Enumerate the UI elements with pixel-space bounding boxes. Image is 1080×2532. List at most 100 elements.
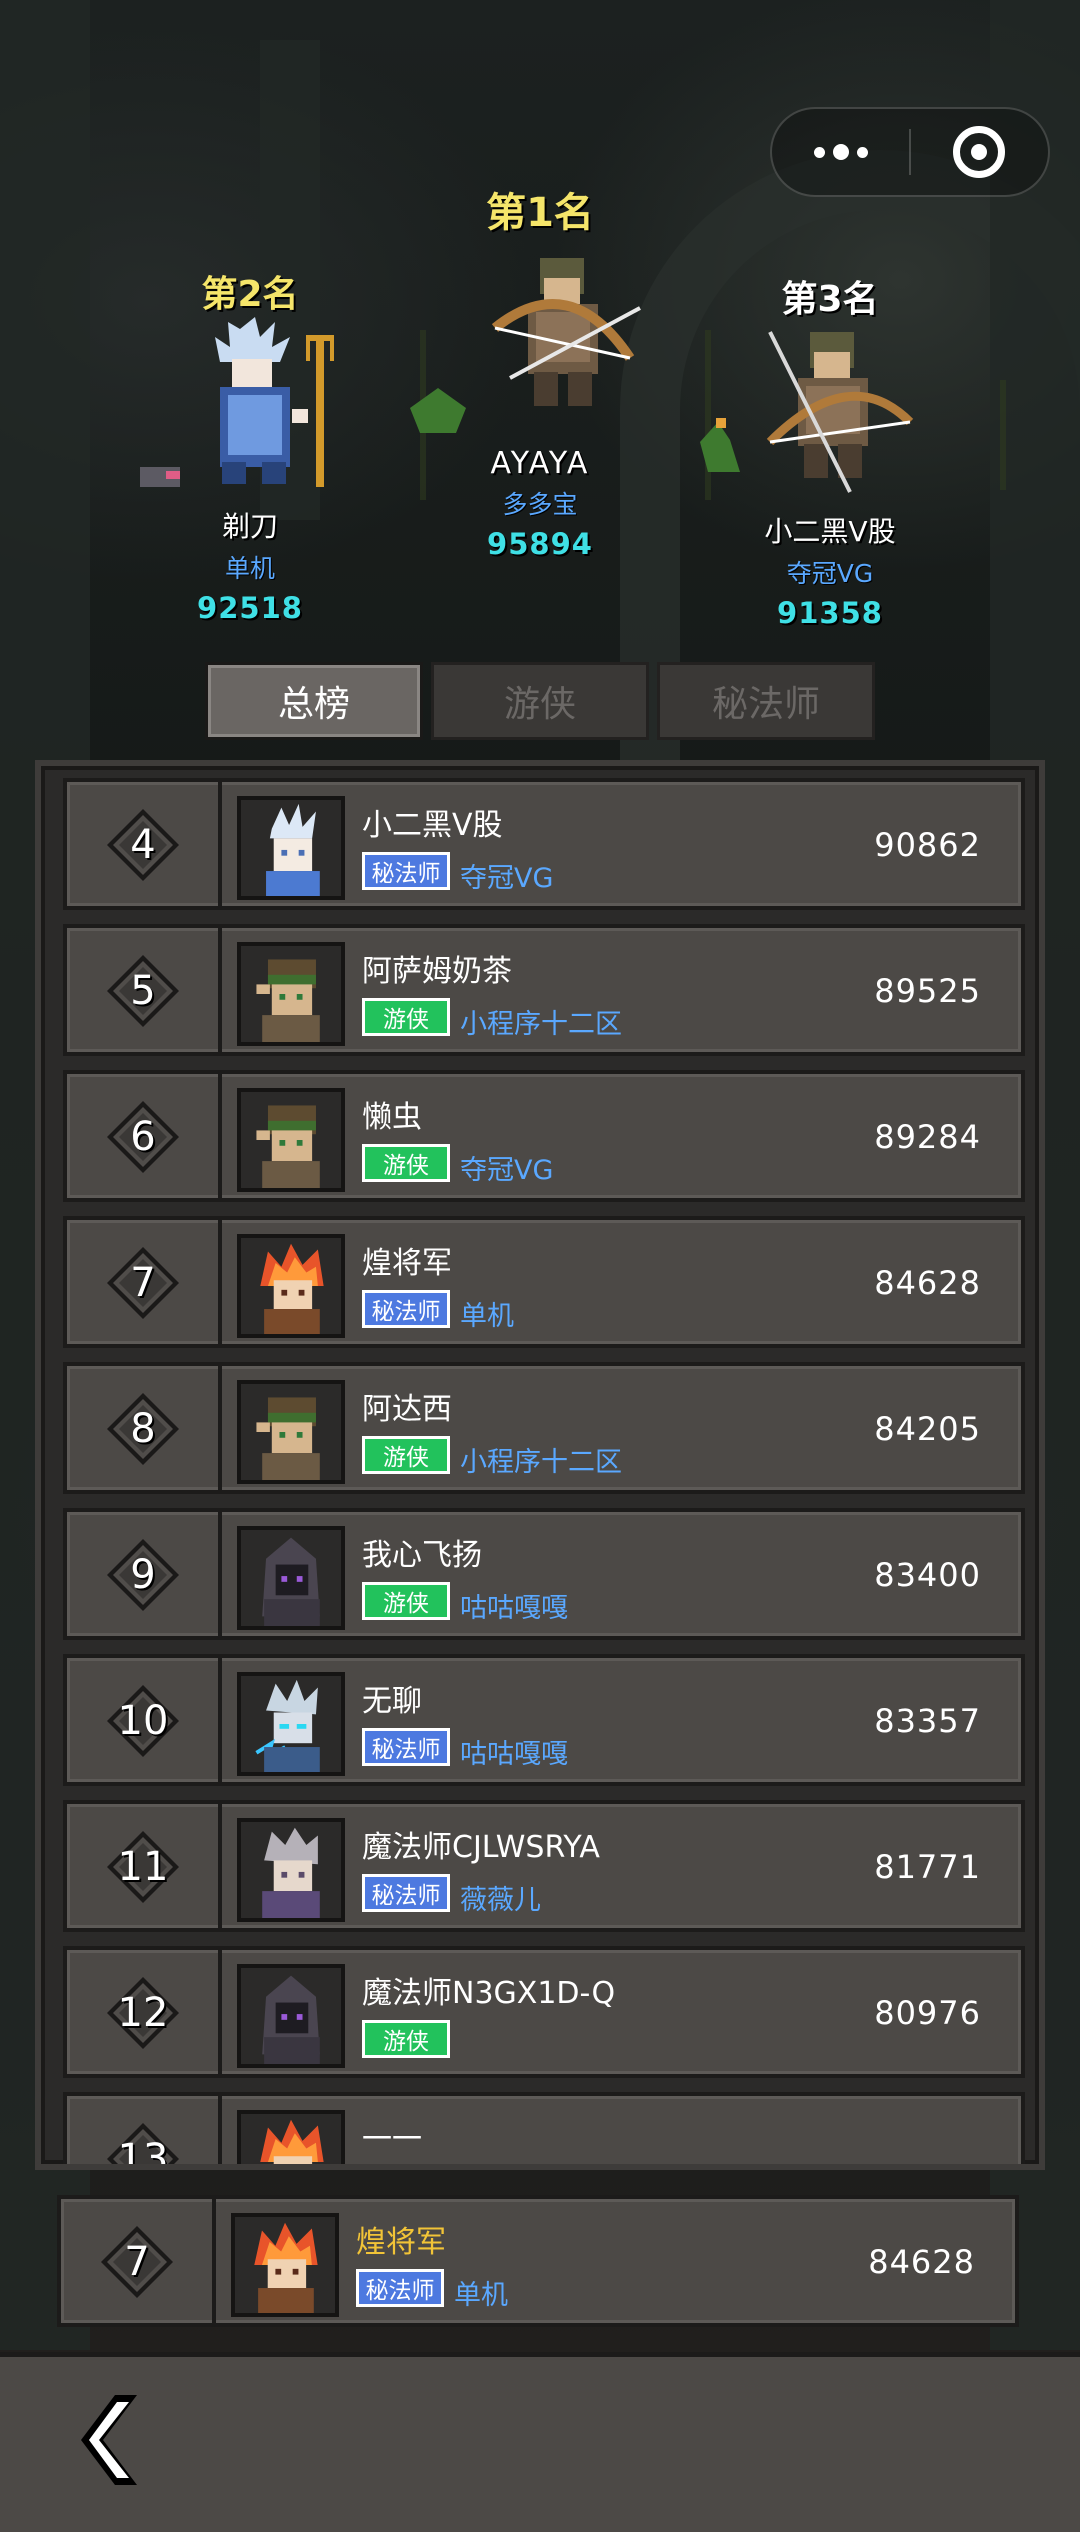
elf-ranger-avatar[interactable]: [237, 1380, 345, 1484]
player-score: 81771: [874, 1848, 981, 1886]
rank-cell: 7: [61, 2199, 216, 2323]
ranking-row[interactable]: 10 无聊 秘法师 咕咕嘎嘎 83357: [63, 1654, 1025, 1786]
rank-diamond-icon: 9: [105, 1537, 181, 1613]
rank-number: 13: [117, 2136, 169, 2170]
rank-number: 5: [130, 968, 156, 1014]
more-dots-icon: [813, 144, 868, 160]
player-name: 一一: [362, 2122, 422, 2157]
tab-arcanist[interactable]: 秘法师: [657, 662, 875, 740]
ranking-list[interactable]: 4 小二黑V股 秘法师 夺冠VG 90862 5 阿萨姆奶茶 游侠 小程序十二区 89525 6 懒虫…: [35, 760, 1045, 2170]
player-name: 煌将军: [362, 1246, 452, 1281]
podium-second[interactable]: 第2名 剃刀 单机 92518: [90, 265, 410, 625]
target-icon: [953, 126, 1006, 178]
podium-first[interactable]: 第1名 AYAYA 多多宝 95894: [380, 180, 700, 561]
back-button[interactable]: [75, 2390, 145, 2490]
tab-ranger[interactable]: 游侠: [431, 662, 649, 740]
rank-cell: 11: [67, 1804, 222, 1928]
server-name: 单机: [460, 1301, 514, 1332]
server-name: 夺冠VG: [460, 863, 554, 894]
rank-cell: 4: [67, 782, 222, 906]
elf-ranger-avatar[interactable]: [237, 942, 345, 1046]
ranking-row[interactable]: 9 我心飞扬 游侠 咕咕嘎嘎 83400: [63, 1508, 1025, 1640]
server-name: 夺冠VG: [460, 1155, 554, 1186]
ranking-row[interactable]: 11 魔法师CJLWSRYA 秘法师 薇薇儿 81771: [63, 1800, 1025, 1932]
bottom-bar: [0, 2352, 1080, 2532]
storm-mage-avatar[interactable]: [237, 1672, 345, 1776]
player-name: 懒虫: [362, 1100, 422, 1135]
ranking-row[interactable]: 8 阿达西 游侠 小程序十二区 84205: [63, 1362, 1025, 1494]
elf-ranger-sprite: [390, 238, 690, 438]
ranking-row[interactable]: 12 魔法师N3GX1D-Q 游侠 80976: [63, 1946, 1025, 2078]
class-badge: 游侠: [362, 1144, 450, 1182]
rank-number: 8: [130, 1406, 156, 1452]
rank-number: 9: [130, 1552, 156, 1598]
rank-diamond-icon: 10: [105, 1683, 181, 1759]
podium-player-name: 剃刀: [221, 510, 278, 543]
rank-cell: 10: [67, 1658, 222, 1782]
hooded-avatar[interactable]: [237, 1526, 345, 1630]
player-name: 小二黑V股: [362, 808, 503, 843]
rank-cell: 12: [67, 1950, 222, 2074]
rank-number: 4: [130, 822, 156, 868]
class-badge: 秘法师: [362, 852, 450, 890]
rank-diamond-icon: 7: [99, 2224, 175, 2300]
rank-number: 6: [130, 1114, 156, 1160]
my-ranking-row[interactable]: 7 煌将军 秘法师 单机 84628: [57, 2195, 1019, 2327]
podium-server: 多多宝: [502, 490, 578, 519]
rank-diamond-icon: 4: [105, 807, 181, 883]
podium-rank-label: 第2名: [201, 274, 299, 315]
player-score: 90862: [874, 826, 981, 864]
class-badge: 游侠: [362, 1582, 450, 1620]
ranking-row[interactable]: 4 小二黑V股秘法师 夺冠VG 90862: [63, 778, 1025, 910]
elf-ranger-avatar[interactable]: [237, 1088, 345, 1192]
server-name: 单机: [454, 2280, 508, 2311]
player-name: 阿达西: [362, 1392, 452, 1427]
server-name: 咕咕嘎嘎: [460, 1593, 568, 1624]
ice-mage-avatar[interactable]: [237, 796, 345, 900]
hooded-avatar[interactable]: [237, 1964, 345, 2068]
class-badge: 秘法师: [362, 1874, 450, 1912]
ranking-row[interactable]: 6 懒虫 游侠 夺冠VG 89284: [63, 1070, 1025, 1202]
player-name: 魔法师CJLWSRYA: [362, 1830, 600, 1865]
server-name: 小程序十二区: [460, 1009, 622, 1040]
podium-third[interactable]: 第3名 小二黑V股 夺冠VG 91358: [700, 270, 960, 630]
rank-diamond-icon: 12: [105, 1975, 181, 2051]
rank-number: 11: [117, 1844, 169, 1890]
rank-cell: 6: [67, 1074, 222, 1198]
podium-server: 单机: [224, 554, 275, 583]
podium-rank-label: 第1名: [486, 190, 594, 236]
miniprogram-capsule: [770, 107, 1050, 197]
fire-mage-avatar[interactable]: [231, 2213, 339, 2317]
ranking-row[interactable]: 5 阿萨姆奶茶游侠 小程序十二区 89525: [63, 924, 1025, 1056]
class-badge: 游侠: [362, 1436, 450, 1474]
close-miniprogram-button[interactable]: [911, 109, 1048, 195]
ranking-row[interactable]: 7 煌将军 秘法师 单机 84628: [63, 1216, 1025, 1348]
fire-mage-avatar[interactable]: [237, 2110, 345, 2164]
player-name: 煌将军: [356, 2225, 446, 2260]
podium-player-name: 小二黑V股: [764, 515, 896, 548]
rank-number: 7: [130, 1260, 156, 1306]
more-button[interactable]: [772, 109, 909, 195]
podium-score: 92518: [197, 591, 303, 625]
player-score: 80976: [874, 1994, 981, 2032]
rank-diamond-icon: 11: [105, 1829, 181, 1905]
class-badge: 秘法师: [356, 2269, 444, 2307]
server-name: 薇薇儿: [460, 1885, 541, 1916]
player-name: 无聊: [362, 1684, 422, 1719]
player-score: 84205: [874, 1410, 981, 1448]
tab-overall[interactable]: 总榜: [205, 662, 423, 740]
player-score: 83400: [874, 1556, 981, 1594]
rank-number: 12: [117, 1990, 169, 2036]
rank-cell: 5: [67, 928, 222, 1052]
elf-ranger-sprite: [700, 322, 960, 502]
player-name: 阿萨姆奶茶: [362, 954, 512, 989]
fire-mage-avatar[interactable]: [237, 1234, 345, 1338]
ranking-tabs: 总榜 游侠 秘法师: [205, 662, 875, 740]
grey-mage-avatar[interactable]: [237, 1818, 345, 1922]
player-score: 89525: [874, 972, 981, 1010]
player-score: 84628: [874, 1264, 981, 1302]
rank-diamond-icon: 8: [105, 1391, 181, 1467]
server-name: 咕咕嘎嘎: [460, 1739, 568, 1770]
ranking-row[interactable]: 13 一一: [63, 2092, 1025, 2170]
class-badge: 游侠: [362, 998, 450, 1036]
